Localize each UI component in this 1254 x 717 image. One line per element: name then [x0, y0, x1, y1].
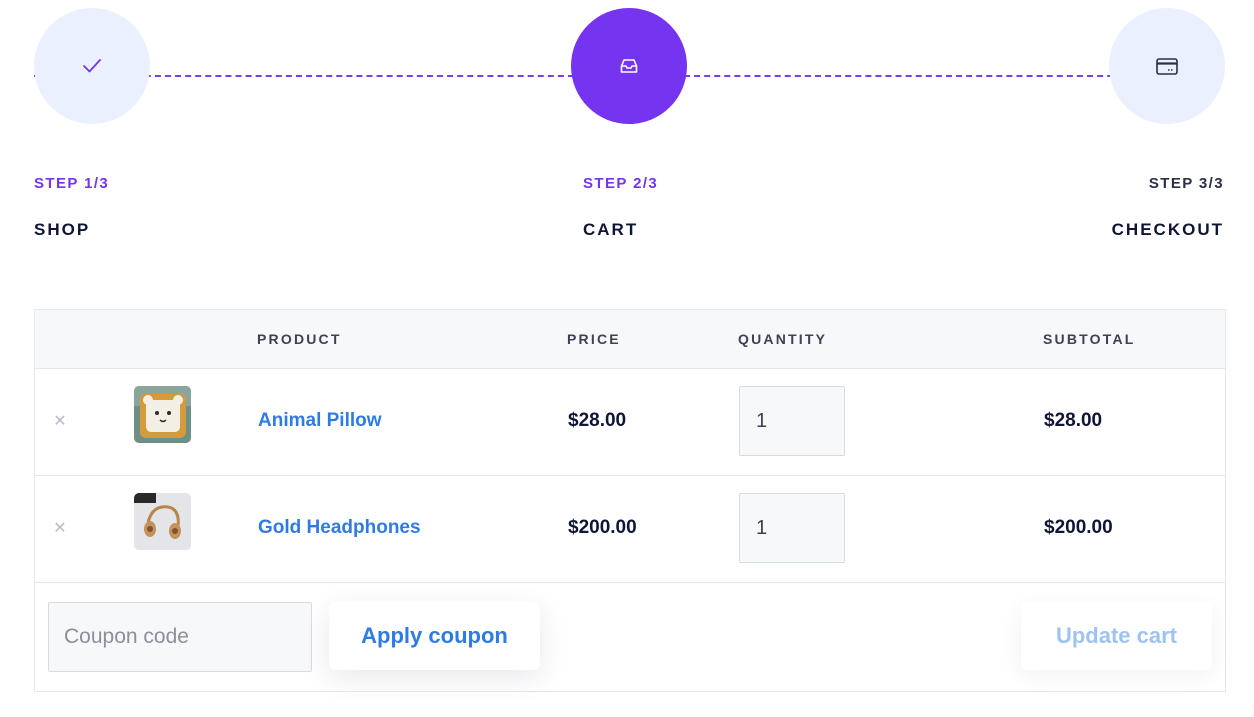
check-icon	[83, 59, 101, 73]
cart-table: PRODUCT PRICE QUANTITY SUBTOTAL ✕ Animal…	[34, 309, 1226, 692]
column-header-subtotal: SUBTOTAL	[1043, 331, 1136, 347]
step-3-number: STEP 3/3	[1148, 175, 1224, 192]
inbox-tray-icon	[620, 59, 638, 73]
table-row: ✕ Gold Headphones $200.00 $200.00	[35, 476, 1225, 583]
table-header: PRODUCT PRICE QUANTITY SUBTOTAL	[35, 310, 1225, 369]
table-row: ✕ Animal Pillow $28.00 $28.00	[35, 369, 1225, 476]
product-subtotal: $200.00	[1044, 517, 1113, 538]
product-price: $28.00	[568, 410, 627, 431]
product-link[interactable]: Animal Pillow	[258, 410, 382, 432]
close-icon[interactable]: ✕	[53, 414, 67, 430]
step-1-number: STEP 1/3	[34, 175, 110, 192]
product-subtotal: $28.00	[1044, 410, 1103, 431]
step-2-name[interactable]: CART	[583, 220, 638, 240]
step-3-circle[interactable]	[1109, 8, 1225, 124]
close-icon[interactable]: ✕	[53, 521, 67, 537]
gold-headphones-image[interactable]	[134, 493, 191, 550]
checkout-stepper: STEP 1/3 SHOP STEP 2/3 CART STEP 3/3 CHE…	[0, 0, 1254, 260]
credit-card-icon	[1156, 57, 1178, 75]
step-3-name[interactable]: CHECKOUT	[1112, 220, 1224, 240]
product-price: $200.00	[568, 517, 637, 538]
animal-pillow-image[interactable]	[134, 386, 191, 443]
quantity-input[interactable]	[739, 386, 845, 456]
coupon-input[interactable]	[48, 602, 312, 672]
apply-coupon-button[interactable]: Apply coupon	[329, 602, 540, 670]
step-1-name[interactable]: SHOP	[34, 220, 90, 240]
column-header-price: PRICE	[567, 331, 621, 347]
cart-actions: Apply coupon Update cart	[35, 583, 1225, 693]
column-header-quantity: QUANTITY	[738, 331, 828, 347]
product-link[interactable]: Gold Headphones	[258, 517, 421, 539]
step-2-circle[interactable]	[571, 8, 687, 124]
step-2-number: STEP 2/3	[583, 175, 659, 192]
column-header-product: PRODUCT	[257, 331, 342, 347]
quantity-input[interactable]	[739, 493, 845, 563]
step-1-circle[interactable]	[34, 8, 150, 124]
update-cart-button[interactable]: Update cart	[1021, 602, 1212, 670]
